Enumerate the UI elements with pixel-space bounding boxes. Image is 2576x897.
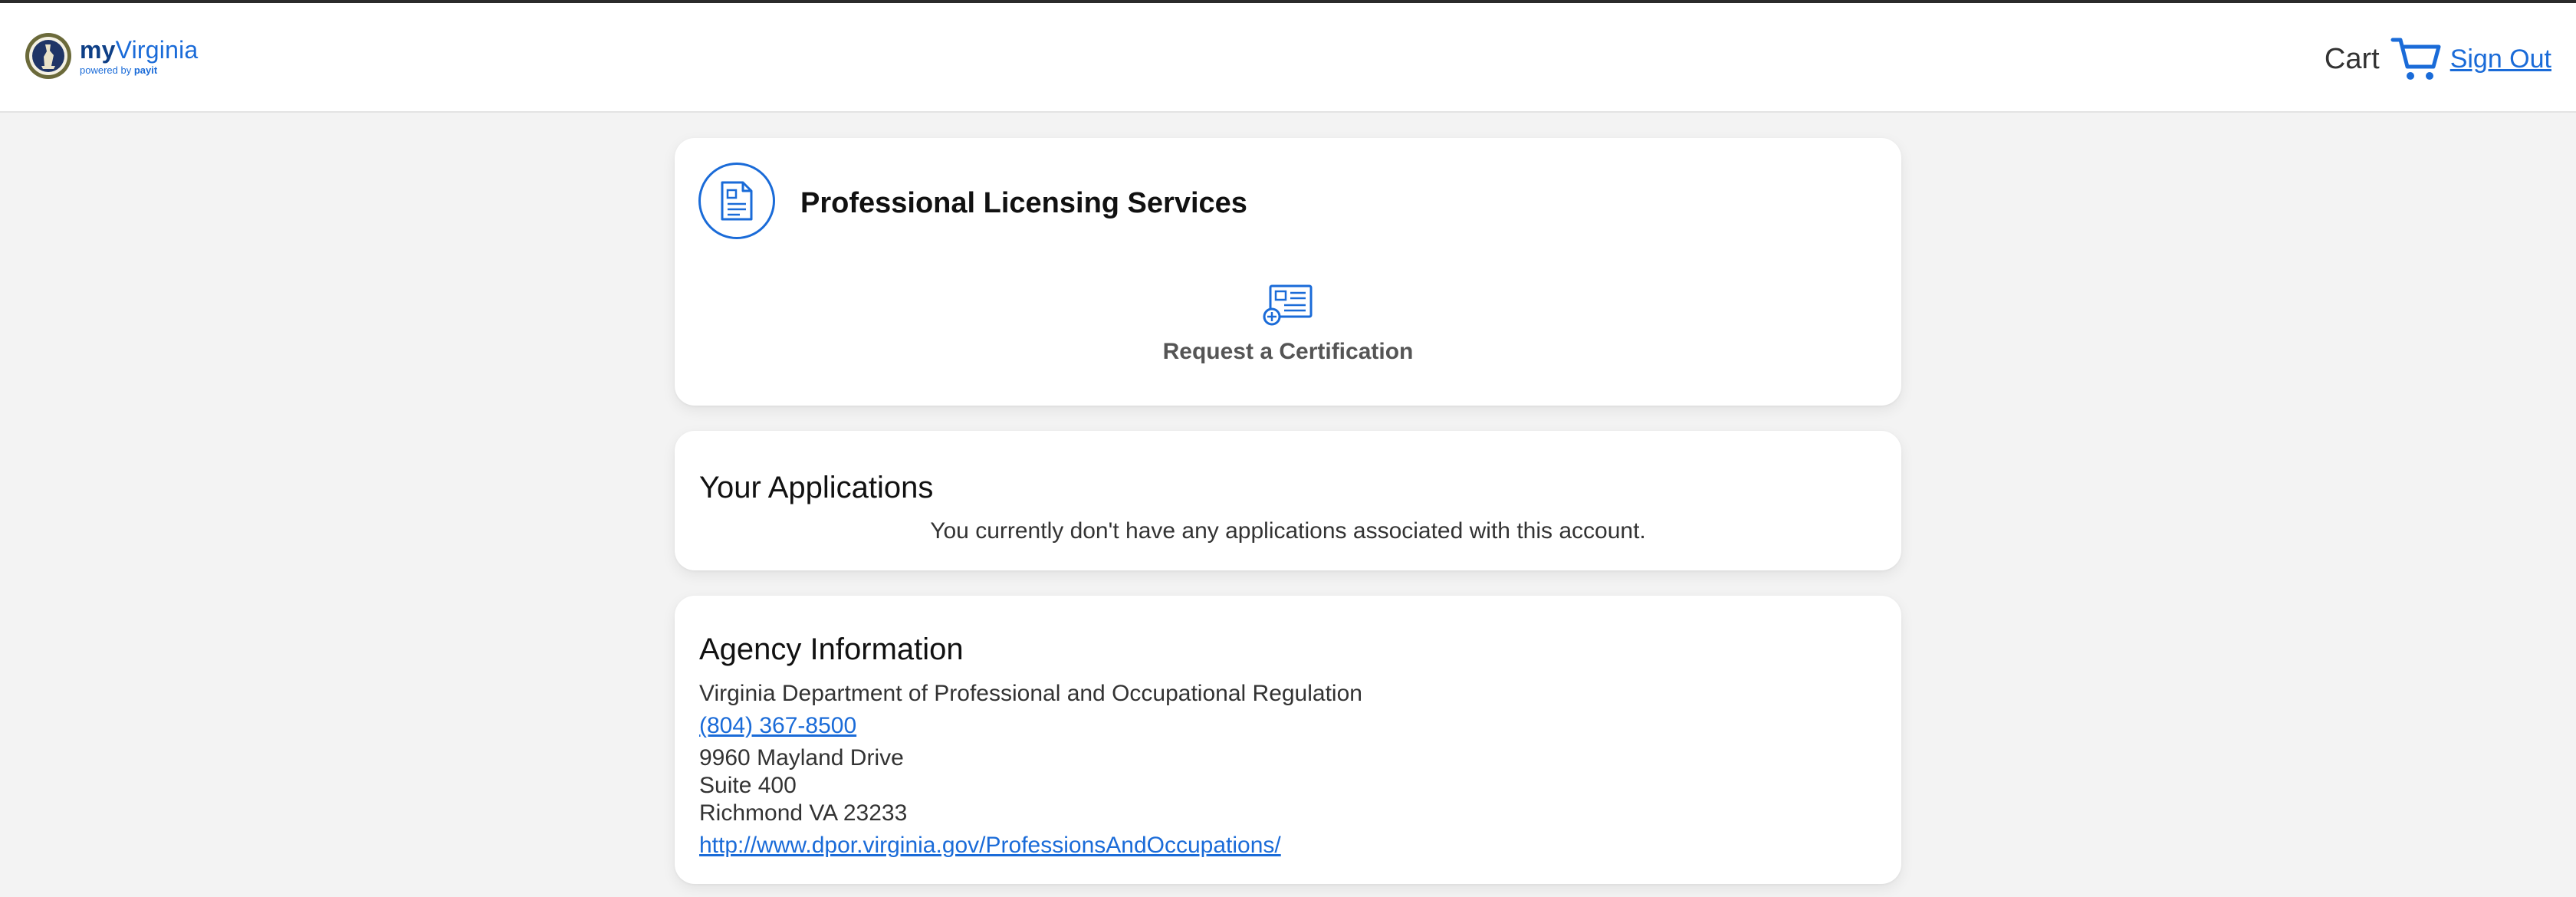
myvirginia-logo[interactable]: myVirginia powered by payit	[25, 31, 198, 81]
agency-name: Virginia Department of Professional and …	[699, 681, 1362, 706]
sign-out-link[interactable]: Sign Out	[2450, 44, 2551, 74]
request-certification-button[interactable]: Request a Certification	[1135, 284, 1441, 365]
request-certification-label: Request a Certification	[1162, 339, 1414, 364]
certificate-add-icon	[1263, 284, 1313, 326]
applications-heading: Your Applications	[699, 471, 934, 504]
agency-phone-link[interactable]: (804) 367-8500	[699, 713, 856, 738]
cart-label[interactable]: Cart	[2325, 43, 2380, 76]
applications-empty-message: You currently don't have any application…	[930, 518, 1646, 544]
agency-heading: Agency Information	[699, 632, 964, 666]
site-header: myVirginia powered by payit Cart Sign Ou…	[0, 3, 2576, 113]
agency-website-link[interactable]: http://www.dpor.virginia.gov/Professions…	[699, 833, 1281, 858]
logo-text: myVirginia powered by payit	[80, 38, 198, 75]
shopping-cart-icon[interactable]	[2390, 33, 2443, 85]
service-title: Professional Licensing Services	[800, 187, 1247, 219]
service-icon-circle	[698, 163, 775, 239]
agency-phone-row: (804) 367-8500	[699, 712, 1362, 740]
document-icon	[721, 181, 753, 221]
agency-details: Virginia Department of Professional and …	[699, 680, 1362, 859]
virginia-seal-icon	[25, 33, 71, 79]
logo-powered-by: powered by payit	[80, 64, 158, 76]
agency-address-line1: 9960 Mayland Drive	[699, 745, 904, 770]
header-actions: Cart Sign Out	[2325, 32, 2551, 86]
agency-website-row: http://www.dpor.virginia.gov/Professions…	[699, 832, 1362, 859]
agency-information-card: Agency Information Virginia Department o…	[675, 596, 1901, 884]
agency-city-state-zip: Richmond VA 23233	[699, 800, 908, 826]
agency-address-line2: Suite 400	[699, 773, 797, 798]
logo-brand: myVirginia	[80, 35, 199, 64]
professional-licensing-card: Professional Licensing Services Request …	[675, 138, 1901, 406]
your-applications-card: Your Applications You currently don't ha…	[675, 431, 1901, 570]
